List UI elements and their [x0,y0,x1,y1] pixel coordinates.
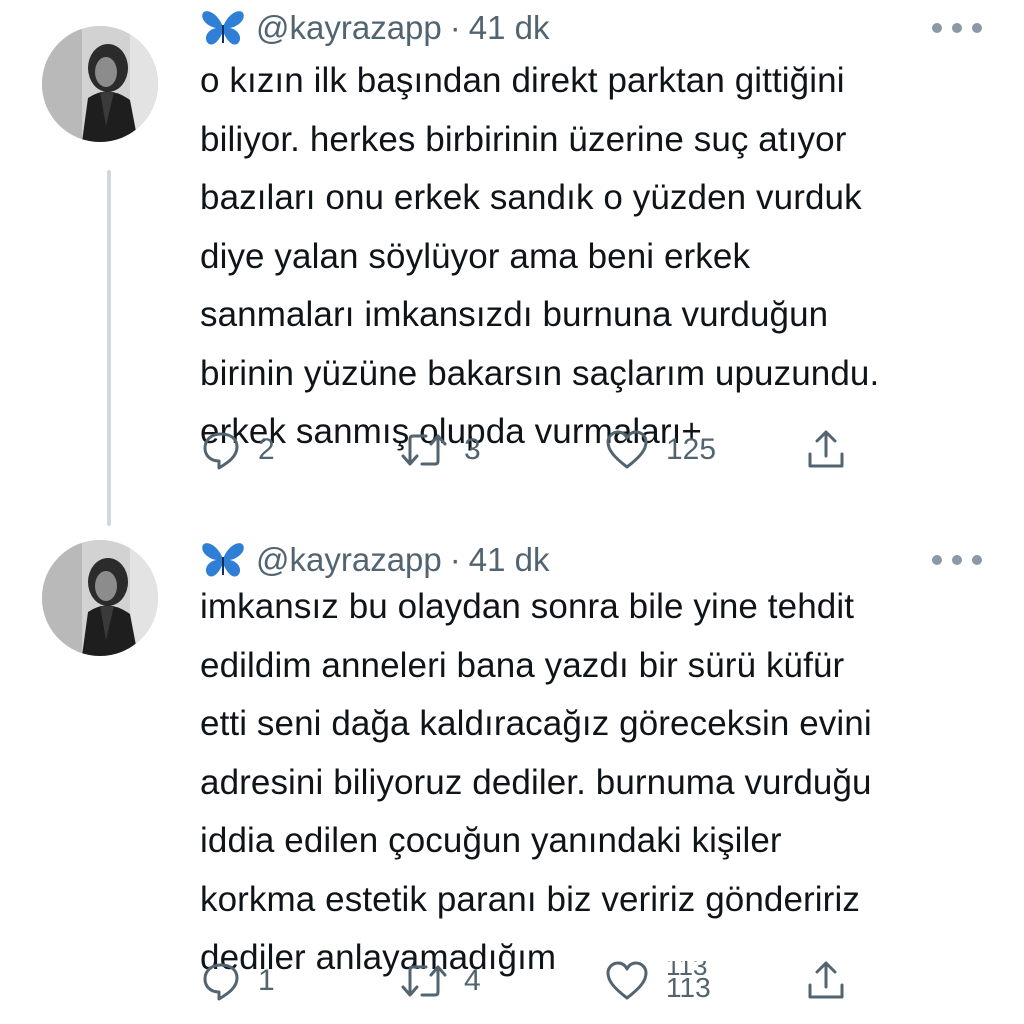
share-icon [808,961,844,999]
like-button[interactable]: 113 113 [604,958,711,1004]
thread-line [107,170,111,526]
tweet-text-line: korkma estetik paranı biz veririz gönder… [200,879,860,919]
tweet-text-line: iddia edilen çocuğun yanındaki kişiler [200,821,782,860]
like-button[interactable]: 125 [604,427,716,473]
tweet-text-line: biliyor. herkes birbirinin üzerine suç a… [200,119,847,159]
butterfly-icon [202,543,244,577]
separator-dot: · [449,541,461,578]
share-button[interactable] [804,427,848,473]
tweet-text-line: edildim anneleri bana yazdı bir sürü küf… [200,645,845,685]
tweet-actions: 1 4 113 113 [200,958,844,1004]
heart-icon [606,961,648,1000]
like-count-animating: 113 113 [666,961,711,1003]
tweet-text-line: bazıları onu erkek sandık o yüzden vurdu… [200,178,862,217]
like-count: 113 [666,972,711,1003]
timestamp[interactable]: 41 dk [469,541,550,579]
reply-button[interactable]: 2 [200,427,275,473]
reply-button[interactable]: 1 [200,958,275,1004]
avatar-photo [42,540,158,656]
reply-count: 2 [258,433,275,466]
timestamp[interactable]: 41 dk [469,9,550,47]
user-handle[interactable]: @kayrazapp [256,541,442,579]
tweet-text: imkansız bu olaydan sonra bile yine tehd… [200,578,990,988]
reply-count: 1 [258,964,275,997]
more-dots-icon[interactable] [932,13,982,43]
reply-icon [203,432,239,470]
retweet-icon [401,965,447,997]
share-icon [808,430,844,468]
like-count: 125 [666,433,717,466]
retweet-count: 3 [464,433,481,466]
share-button[interactable] [804,958,848,1004]
retweet-button[interactable]: 4 [400,958,481,1004]
tweet-header: @kayrazapp · 41 dk [200,8,550,48]
heart-icon [606,430,648,469]
tweet-text-line: diye yalan söylüyor ama beni erkek [200,236,751,276]
tweet-actions: 2 3 125 [200,427,844,473]
tweet-text-line: imkansız bu olaydan sonra bile yine tehd… [200,587,855,626]
retweet-icon [401,434,447,466]
tweet-text-line: o kızın ilk başından direkt parktan gitt… [200,61,845,100]
tweet-text-line: birinin yüzüne bakarsın saçlarım upuzund… [200,353,880,393]
butterfly-icon [202,11,244,45]
avatar[interactable] [42,26,158,142]
retweet-count: 4 [464,964,481,997]
user-handle[interactable]: @kayrazapp [256,9,442,47]
avatar[interactable] [42,540,158,656]
tweet-header: @kayrazapp · 41 dk [200,540,550,580]
avatar-photo [42,26,158,142]
tweet-text-line: adresini biliyoruz dediler. burnuma vurd… [200,762,872,802]
tweet-text: o kızın ilk başından direkt parktan gitt… [200,52,990,462]
tweet-text-line: etti seni dağa kaldıracağız göreceksin e… [200,704,872,743]
tweet-text-line: sanmaları imkansızdı burnuna vurduğun [200,295,829,334]
retweet-button[interactable]: 3 [400,427,481,473]
separator-dot: · [449,9,461,46]
more-dots-icon[interactable] [932,545,982,575]
reply-icon [203,963,239,1001]
